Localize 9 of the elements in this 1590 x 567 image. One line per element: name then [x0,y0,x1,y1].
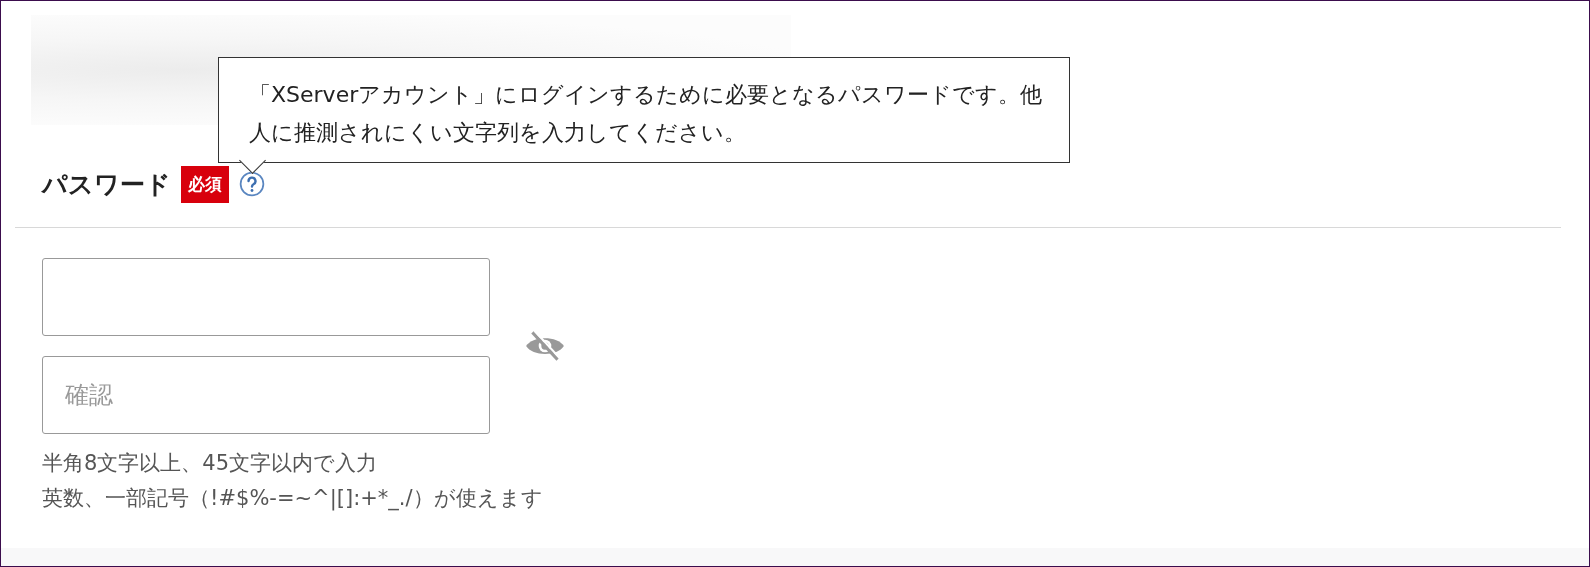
password-field[interactable] [42,258,490,336]
password-confirm-field[interactable]: 確認 [42,356,490,434]
hint-text: 半角8文字以上、45文字以内で入力 [42,450,379,477]
field-label: パスワード [42,168,171,201]
hint-text: 英数、一部記号（!#$%-=~^|[]:+*_./）が使えます [42,485,544,513]
eye-icon[interactable] [524,330,566,362]
tooltip-text: 「XServerアカウント」にログインするために必要となるパスワードです。他 人に推測されにくい文字列を入力してください。 [249,81,1043,147]
help-icon[interactable] [239,171,265,197]
required-badge: 必須 [181,165,229,203]
